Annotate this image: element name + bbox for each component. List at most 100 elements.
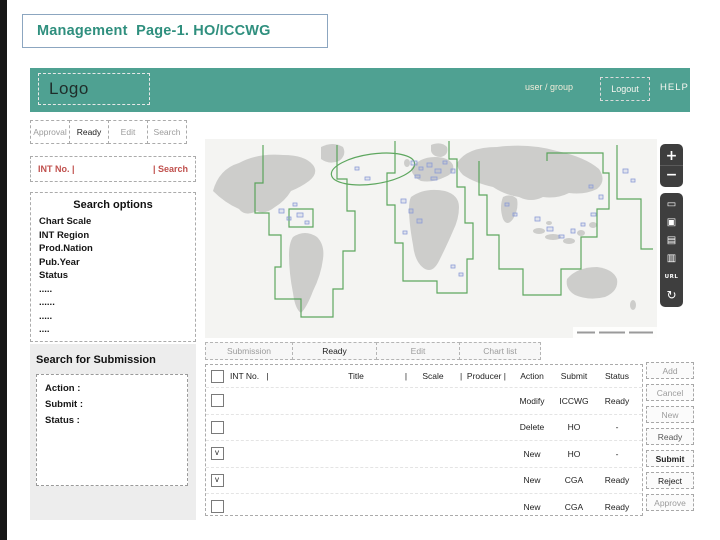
- help-link[interactable]: HELP: [660, 82, 689, 93]
- layers-icon[interactable]: ▣: [660, 214, 683, 232]
- select-all-checkbox[interactable]: [210, 369, 224, 383]
- checkbox-cell: v: [206, 447, 228, 461]
- url-button[interactable]: URL: [660, 268, 683, 286]
- zoom-control-block: + −: [660, 144, 683, 187]
- user-group-label: user / group: [525, 82, 574, 92]
- tab-chart-list[interactable]: Chart list: [459, 342, 541, 360]
- cell-status: Ready: [604, 475, 630, 486]
- header-producer: | Producer |: [460, 371, 506, 381]
- toolbar: Approval Ready Edit Search: [30, 120, 187, 144]
- search-options-panel: Search options Chart Scale INT Region Pr…: [30, 192, 196, 342]
- logo[interactable]: Logo: [38, 73, 150, 105]
- table-header-row: INT No. | Title | Scale | Producer | Act…: [206, 365, 642, 387]
- management-page-slide: Management Page-1. HO/ICCWG Logo user / …: [0, 0, 720, 540]
- cancel-button[interactable]: Cancel: [646, 384, 694, 401]
- option-chart-scale[interactable]: Chart Scale: [39, 215, 187, 229]
- page-title: Management Page-1. HO/ICCWG: [37, 23, 271, 39]
- zoom-out-icon[interactable]: −: [660, 165, 683, 184]
- cell-status: -: [615, 422, 619, 433]
- cell-status: -: [615, 448, 619, 459]
- row-checkbox[interactable]: v: [210, 473, 224, 487]
- map-control-panel: + − ▭ ▣ ▤ ▥ URL ↻: [660, 144, 684, 313]
- cell-action: New: [523, 501, 541, 512]
- logout-button[interactable]: Logout: [600, 77, 650, 101]
- cell-submit: CGA: [564, 475, 584, 486]
- print-icon[interactable]: ▤: [660, 232, 683, 250]
- cell-submit: ICCWG: [559, 395, 589, 406]
- submission-search-panel: Search for Submission Action : Submit : …: [30, 344, 196, 520]
- save-icon[interactable]: ▥: [660, 250, 683, 268]
- header-scale: Scale: [422, 371, 444, 381]
- field-status[interactable]: Status :: [45, 413, 179, 429]
- world-map[interactable]: [205, 139, 657, 338]
- cell-action: Modify: [519, 395, 545, 406]
- table-row[interactable]: New CGA Ready: [206, 493, 642, 520]
- header-bar: Logo user / group Logout HELP: [30, 68, 690, 112]
- approve-button[interactable]: Approve: [646, 494, 694, 511]
- option-placeholder: ......: [39, 297, 55, 308]
- header-pipe: |: [404, 371, 408, 381]
- field-submit[interactable]: Submit :: [45, 397, 179, 413]
- tab-ready[interactable]: Ready: [292, 342, 377, 360]
- header-title: Title: [348, 371, 364, 381]
- search-button[interactable]: Search: [147, 120, 187, 144]
- extent-icon[interactable]: ▭: [660, 196, 683, 214]
- new-button[interactable]: New: [646, 406, 694, 423]
- map-tools-block: ▭ ▣ ▤ ▥ URL ↻: [660, 193, 683, 307]
- table-row[interactable]: Modify ICCWG Ready: [206, 387, 642, 414]
- logout-label: Logout: [611, 84, 639, 94]
- row-checkbox[interactable]: v: [210, 447, 224, 461]
- cell-submit: HO: [567, 422, 581, 433]
- approval-button[interactable]: Approval: [30, 120, 70, 144]
- world-map-svg: [205, 139, 657, 338]
- list-tabs: Submission Ready Edit Chart list: [205, 342, 541, 360]
- cell-status: Ready: [604, 501, 630, 512]
- submit-button[interactable]: Submit: [646, 450, 694, 467]
- row-checkbox[interactable]: [210, 394, 224, 408]
- row-checkbox[interactable]: [210, 500, 224, 514]
- refresh-icon[interactable]: ↻: [660, 286, 683, 304]
- option-status[interactable]: Status: [39, 269, 187, 283]
- table-row[interactable]: v New CGA Ready: [206, 466, 642, 494]
- tab-edit[interactable]: Edit: [376, 342, 460, 360]
- cell-action: New: [523, 448, 541, 459]
- checkbox-cell: [206, 500, 228, 514]
- add-button[interactable]: Add: [646, 362, 694, 379]
- search-label[interactable]: | Search: [153, 164, 188, 174]
- row-checkbox[interactable]: [210, 420, 224, 434]
- page-title-box: Management Page-1. HO/ICCWG: [22, 14, 328, 48]
- ready-action-button[interactable]: Ready: [646, 428, 694, 445]
- submission-table: INT No. | Title | Scale | Producer | Act…: [205, 364, 643, 516]
- submission-search-title: Search for Submission: [36, 354, 156, 366]
- ready-button[interactable]: Ready: [69, 120, 109, 144]
- option-placeholder: ....: [39, 324, 50, 335]
- edit-button[interactable]: Edit: [108, 120, 148, 144]
- tab-submission[interactable]: Submission: [205, 342, 293, 360]
- checkbox-cell: v: [206, 473, 228, 487]
- checkbox-cell: [206, 420, 228, 434]
- action-button-column: Add Cancel New Ready Submit Reject Appro…: [646, 362, 694, 516]
- option-int-region[interactable]: INT Region: [39, 229, 187, 243]
- int-no-search-bar[interactable]: INT No. | | Search: [30, 156, 196, 182]
- zoom-in-icon[interactable]: +: [660, 147, 683, 165]
- option-pub-year[interactable]: Pub.Year: [39, 256, 187, 270]
- cell-submit: CGA: [564, 501, 584, 512]
- logo-label: Logo: [49, 79, 89, 98]
- submission-search-box: Action : Submit : Status :: [36, 374, 188, 486]
- header-status: Status: [604, 371, 630, 381]
- int-no-label: INT No. |: [38, 164, 75, 174]
- cell-submit: HO: [567, 448, 581, 459]
- option-placeholder: .....: [39, 283, 53, 295]
- left-edge-strip: [0, 0, 7, 540]
- option-prod-nation[interactable]: Prod.Nation: [39, 242, 187, 256]
- table-row[interactable]: Delete HO -: [206, 413, 642, 441]
- cell-action: New: [523, 475, 541, 486]
- cell-action: Delete: [519, 422, 545, 433]
- table-row[interactable]: v New HO -: [206, 440, 642, 467]
- header-action: Action: [520, 371, 544, 381]
- reject-button[interactable]: Reject: [646, 472, 694, 489]
- header-int-no: INT No. |: [230, 371, 269, 381]
- header-checkbox-cell: [206, 369, 228, 383]
- field-action[interactable]: Action :: [45, 381, 179, 397]
- header-submit: Submit: [560, 371, 588, 381]
